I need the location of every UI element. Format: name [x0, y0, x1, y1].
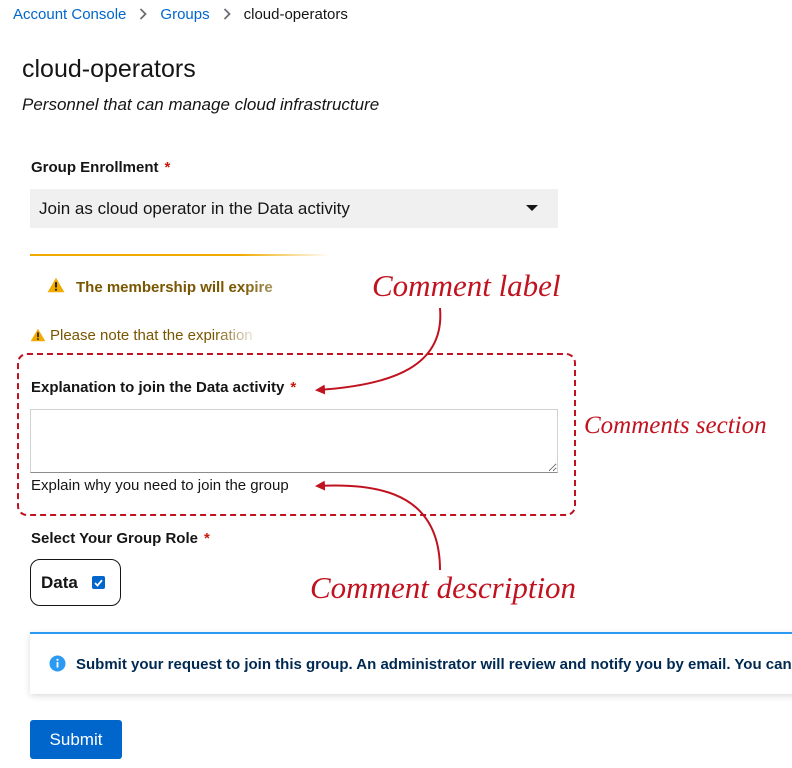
- info-circle-icon: [49, 655, 66, 677]
- required-marker: *: [164, 159, 171, 176]
- group-role-option-label: Data: [41, 572, 78, 592]
- required-marker: *: [290, 379, 297, 396]
- comment-help-text: Explain why you need to join the group: [31, 477, 289, 494]
- breadcrumb-link-account-console[interactable]: Account Console: [13, 6, 126, 23]
- group-enrollment-selected-value: Join as cloud operator in the Data activ…: [39, 198, 350, 218]
- annotation-comments-section: Comments section: [584, 412, 767, 439]
- membership-warning-alert: The membership will expire: [30, 254, 330, 314]
- role-checkbox[interactable]: [91, 576, 105, 589]
- warning-triangle-icon: [47, 277, 65, 298]
- submit-info-text: Submit your request to join this group. …: [76, 656, 792, 673]
- annotation-comment-description: Comment description: [310, 570, 577, 605]
- group-enrollment-select[interactable]: Join as cloud operator in the Data activ…: [30, 189, 558, 228]
- breadcrumb-link-groups[interactable]: Groups: [160, 6, 209, 23]
- breadcrumb: Account Console Groups cloud-operators: [13, 6, 348, 23]
- group-role-option-data[interactable]: Data: [30, 559, 121, 606]
- checkmark-icon: [94, 579, 103, 587]
- chevron-right-icon: [139, 7, 148, 23]
- expiration-note: Please note that the expiration: [30, 327, 260, 346]
- required-marker: *: [203, 530, 210, 547]
- membership-warning-text: The membership will expire: [76, 279, 273, 296]
- group-enrollment-label-text: Group Enrollment: [31, 159, 159, 176]
- breadcrumb-current: cloud-operators: [243, 6, 348, 23]
- annotation-comment-label: Comment label: [372, 268, 561, 303]
- comment-label-text: Explanation to join the Data activity: [31, 379, 285, 396]
- page-title: cloud-operators: [22, 55, 196, 83]
- comment-label: Explanation to join the Data activity *: [31, 379, 296, 396]
- comment-textarea[interactable]: [30, 409, 558, 473]
- warning-triangle-icon: [30, 328, 46, 346]
- caret-down-icon: [526, 205, 538, 211]
- group-enrollment-label: Group Enrollment *: [31, 159, 170, 176]
- group-role-label: Select Your Group Role *: [31, 530, 210, 547]
- expiration-note-text: Please note that the expiration: [50, 327, 253, 344]
- page-subtitle: Personnel that can manage cloud infrastr…: [22, 95, 380, 114]
- submit-info-alert: Submit your request to join this group. …: [30, 632, 792, 694]
- group-role-label-text: Select Your Group Role: [31, 530, 198, 547]
- chevron-right-icon: [223, 7, 231, 23]
- submit-button[interactable]: Submit: [30, 720, 122, 759]
